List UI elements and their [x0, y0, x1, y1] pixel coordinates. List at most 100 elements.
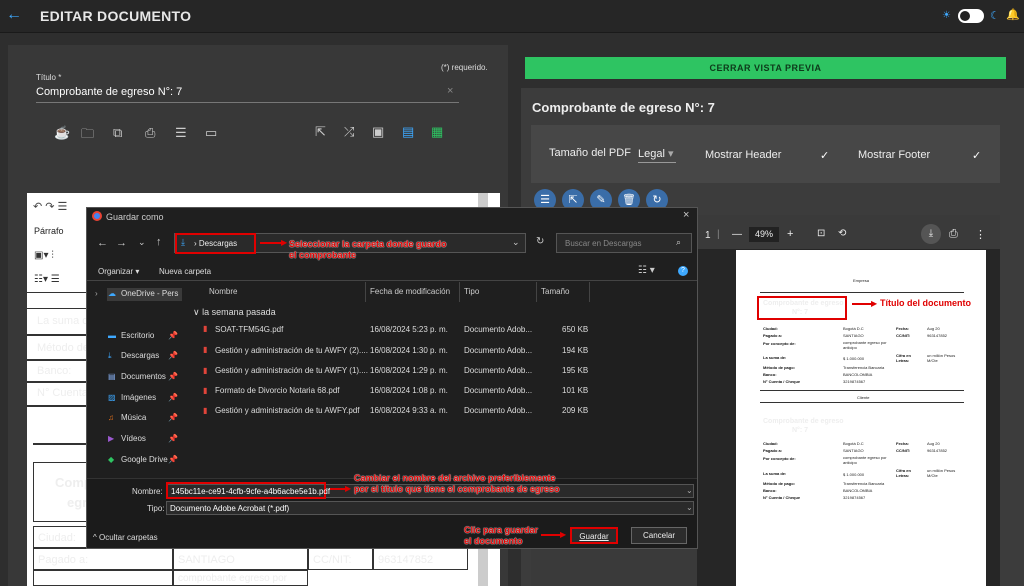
print-icon[interactable]: ⎙: [145, 125, 155, 141]
pdf-label: Método de pago:: [763, 481, 795, 486]
paragraph-select[interactable]: Párrafo: [34, 226, 64, 236]
excel-icon[interactable]: ▦: [431, 124, 443, 140]
file-name[interactable]: Formato de Divorcio Notaria 68.pdf: [215, 386, 340, 395]
sidebar-item-images[interactable]: Imágenes: [121, 393, 156, 402]
table-cell: comprobante egreso por: [173, 570, 308, 586]
refresh-icon[interactable]: ↻: [536, 236, 544, 247]
image-icon[interactable]: ▣: [372, 124, 384, 140]
organize-button[interactable]: Organizar ▾: [98, 267, 139, 276]
shuffle-icon[interactable]: ⤮: [344, 124, 354, 140]
dialog-title: Guardar como: [106, 212, 164, 222]
select-underline: [638, 162, 676, 163]
clear-icon[interactable]: ×: [447, 85, 453, 97]
file-name[interactable]: SOAT-TFM54G.pdf: [215, 325, 283, 334]
file-type: Documento Adob...: [464, 325, 533, 334]
zoom-in-button[interactable]: +: [787, 228, 793, 240]
pdf-label: La suma de:: [763, 355, 787, 360]
bell-icon[interactable]: 🔔: [1006, 8, 1020, 21]
annotation-rename-2: por el título que tiene el comprobante d…: [354, 484, 560, 494]
close-icon[interactable]: ×: [683, 209, 689, 221]
pdf-value: BANCOLOMBIA: [843, 372, 873, 377]
list-tool-icon[interactable]: ☷▾ ☰: [34, 274, 60, 285]
group-header[interactable]: ∨ la semana pasada: [193, 307, 276, 318]
company-name: Empresa: [853, 278, 870, 283]
save-disk-icon[interactable]: ▤: [402, 124, 414, 140]
download-icon[interactable]: ⤓: [921, 224, 941, 244]
help-icon[interactable]: ?: [678, 266, 688, 276]
title-input[interactable]: Comprobante de egreso N°: 7: [36, 86, 182, 98]
pdf-value: SANTIAGO: [843, 448, 864, 453]
rule: [760, 402, 964, 403]
save-button[interactable]: Guardar: [570, 527, 618, 544]
copy-icon[interactable]: ⧉: [113, 125, 122, 141]
sidebar-item-downloads[interactable]: Descargas: [121, 351, 159, 360]
view-icon[interactable]: ☷ ▾: [638, 265, 655, 276]
sidebar-item-desktop[interactable]: Escritorio: [121, 331, 154, 340]
chevron-down-icon[interactable]: ⌄: [512, 237, 520, 248]
table-cell: Banco:: [27, 360, 90, 382]
annotation-title: Título del documento: [880, 298, 971, 308]
pdf-value: comprobante egreso por anticipo: [843, 340, 887, 350]
pin-icon: 📌: [168, 372, 178, 381]
pdf-label: CC/NIT:: [896, 333, 911, 338]
cancel-button[interactable]: Cancelar: [631, 527, 687, 544]
back-arrow-icon[interactable]: ←: [6, 6, 22, 24]
more-options-icon[interactable]: ⋮: [975, 228, 986, 241]
rule: [760, 390, 964, 391]
file-name[interactable]: Gestión y administración de tu AWFY (2).…: [215, 346, 368, 355]
chevron-down-icon[interactable]: ⌄: [686, 486, 693, 495]
print-icon[interactable]: ⎙: [949, 228, 958, 241]
undo-icon[interactable]: ↶ ↷ ☰: [33, 200, 67, 213]
pdf-value: Bogotá D.C: [843, 326, 864, 331]
theme-toggle[interactable]: [958, 9, 984, 23]
chevron-down-icon: ▾: [667, 148, 674, 160]
title-label: Título *: [36, 73, 62, 82]
expand-icon[interactable]: ›: [95, 289, 98, 298]
pdf-value: $ 1.000.000: [843, 356, 865, 361]
file-name[interactable]: Gestión y administración de tu AWFY.pdf: [215, 406, 360, 415]
google-drive-icon: ◆: [108, 455, 115, 464]
hide-folders-toggle[interactable]: ^ Ocultar carpetas: [93, 533, 158, 542]
sidebar-item-videos[interactable]: Vídeos: [121, 434, 146, 443]
chevron-down-icon[interactable]: ⌄: [138, 237, 146, 248]
folder-icon[interactable]: 🗀: [81, 125, 94, 147]
pdf-file-icon: ▮: [203, 386, 208, 395]
back-icon[interactable]: ←: [97, 237, 108, 249]
sidebar-item-google-drive[interactable]: Google Drive: [121, 455, 168, 464]
forward-icon[interactable]: →: [116, 237, 127, 249]
zoom-level[interactable]: 49%: [749, 227, 779, 242]
file-date: 16/08/2024 9:33 a. m.: [370, 406, 448, 415]
fit-page-icon[interactable]: ⊡: [817, 228, 825, 239]
search-icon: ⌕: [676, 237, 682, 247]
table-cell: Ciudad:: [33, 526, 90, 548]
pdf-size-label: Tamaño del PDF: [549, 147, 631, 159]
sidebar-item-documents[interactable]: Documentos: [121, 372, 166, 381]
pdf-size-select[interactable]: Legal ▾: [638, 147, 674, 160]
close-preview-button[interactable]: CERRAR VISTA PREVIA: [525, 57, 1006, 79]
zoom-out-button[interactable]: —: [732, 229, 742, 240]
chrome-icon: [92, 211, 102, 221]
pdf-value: BANCOLOMBIA: [843, 488, 873, 493]
comment-icon[interactable]: ▭: [205, 125, 217, 141]
file-name[interactable]: Gestión y administración de tu AWFY (1).…: [215, 366, 368, 375]
breadcrumb[interactable]: › Descargas: [194, 239, 237, 248]
pdf-value: Aug 20: [927, 441, 940, 446]
show-footer-checkbox[interactable]: ✓: [972, 149, 981, 162]
up-icon[interactable]: ↑: [156, 236, 162, 248]
rotate-icon[interactable]: ⟲: [838, 228, 846, 239]
show-header-checkbox[interactable]: ✓: [820, 149, 829, 162]
image-tool-icon[interactable]: ▣▾ ⫶: [34, 250, 54, 261]
column-header-size[interactable]: Tamaño: [541, 287, 569, 296]
column-header-type[interactable]: Tipo: [464, 287, 479, 296]
chevron-down-icon[interactable]: ⌄: [686, 503, 693, 512]
new-folder-button[interactable]: Nueva carpeta: [159, 267, 211, 276]
table-cell: [33, 570, 173, 586]
column-header-date[interactable]: Fecha de modificación: [370, 287, 450, 296]
column-header-name[interactable]: Nombre: [209, 287, 237, 296]
list-icon[interactable]: ☰: [175, 125, 187, 141]
divider: [33, 443, 90, 445]
cup-icon[interactable]: ☕: [54, 125, 70, 141]
sidebar-item-music[interactable]: Música: [121, 413, 146, 422]
external-link-icon[interactable]: ⇱: [315, 124, 326, 140]
pdf-label: La suma de:: [763, 471, 787, 476]
